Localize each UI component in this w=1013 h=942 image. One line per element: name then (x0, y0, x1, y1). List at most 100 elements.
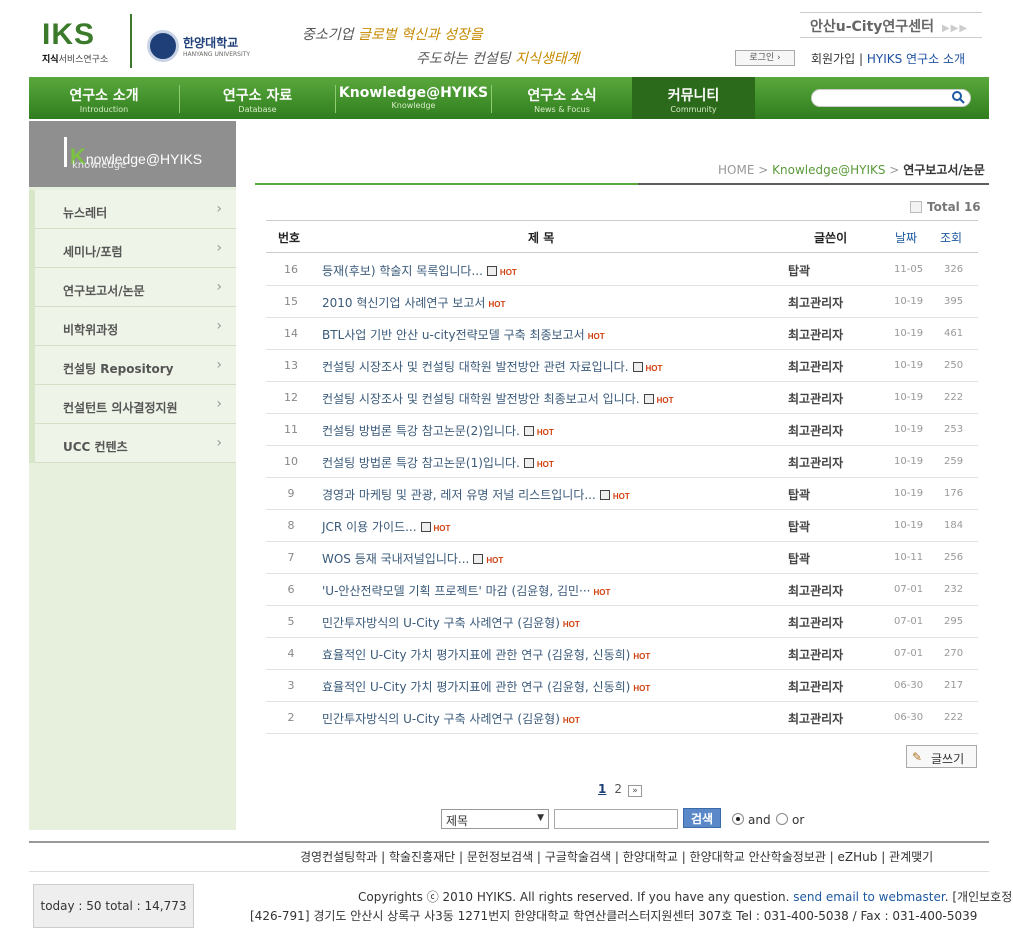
post-author: 탑곽 (788, 520, 811, 534)
university-seal-icon (147, 30, 179, 62)
sidebar-item-reports[interactable]: 연구보고서/논문 › (29, 268, 236, 307)
post-title-link[interactable]: WOS 등재 국내저널입니다... HOT (322, 550, 503, 567)
search-button[interactable]: 검색 (683, 808, 721, 828)
search-keyword-input[interactable] (554, 809, 678, 829)
post-views: 184 (944, 520, 964, 531)
post-views: 217 (944, 680, 964, 691)
nav-introduction[interactable]: 연구소 소개 Introduction (29, 77, 179, 119)
about-link[interactable]: HYIKS 연구소 소개 (867, 52, 965, 66)
logo-iks[interactable]: IKS (42, 18, 95, 52)
sidebar-item-newsletter[interactable]: 뉴스레터 › (29, 190, 236, 229)
sidebar-item-seminar[interactable]: 세미나/포럼 › (29, 229, 236, 268)
post-title-link[interactable]: JCR 이용 가이드... HOT (322, 518, 450, 535)
file-attachment-icon (523, 426, 534, 436)
nav-knowledge[interactable]: Knowledge@HYIKS Knowledge (336, 77, 491, 119)
next-page-icon[interactable]: » (628, 785, 642, 797)
post-views: 326 (944, 264, 964, 275)
post-title-link[interactable]: 2010 혁신기업 사례연구 보고서 HOT (322, 294, 505, 311)
row-number: 2 (287, 711, 295, 724)
table-row: 14 BTL사업 기반 안산 u-city전략모델 구축 최종보고서 HOT 최고관리… (266, 318, 978, 350)
row-number: 4 (287, 647, 295, 660)
table-row: 13 컨설팅 시장조사 및 컨설팅 대학원 발전방안 관련 자료입니다. HOT 최고… (266, 350, 978, 382)
footer-divider (29, 841, 989, 843)
login-button[interactable]: 로그인 › (735, 50, 795, 66)
search-icon[interactable] (951, 90, 965, 104)
row-number: 15 (284, 295, 298, 308)
join-link[interactable]: 회원가입 (811, 52, 855, 66)
file-attachment-icon (632, 362, 643, 372)
row-number: 3 (287, 679, 295, 692)
nav-news[interactable]: 연구소 소식 News & Focus (492, 77, 632, 119)
table-row: 3 효율적인 U-City 가치 평가지표에 관한 연구 (김윤형, 신동희) HO… (266, 670, 978, 702)
row-number: 11 (284, 423, 298, 436)
post-author: 최고관리자 (788, 616, 844, 630)
post-date: 06-30 (894, 712, 924, 723)
table-row: 4 효율적인 U-City 가치 평가지표에 관한 연구 (김윤형, 신동희) HO… (266, 638, 978, 670)
breadcrumb-section[interactable]: Knowledge@HYIKS (772, 163, 885, 177)
post-date: 10-19 (894, 456, 924, 467)
post-date: 10-19 (894, 488, 924, 499)
chevron-right-icon: › (216, 279, 222, 295)
site-search-input[interactable] (811, 89, 971, 107)
post-title-link[interactable]: 컨설팅 시장조사 및 컨설팅 대학원 발전방안 관련 자료입니다. HOT (322, 358, 662, 375)
col-views[interactable]: 조회 (940, 229, 962, 246)
page-1[interactable]: 1 (598, 782, 606, 796)
post-title-link[interactable]: 경영과 마케팅 및 관광, 레저 유명 저널 리스트입니다... HOT (322, 486, 630, 503)
total-count: Total 16 (927, 200, 981, 214)
post-date: 10-19 (894, 392, 924, 403)
post-author: 탑곽 (788, 552, 811, 566)
post-views: 256 (944, 552, 964, 563)
arrows-icon: ▶▶▶ (941, 23, 969, 34)
email-webmaster-link[interactable]: send email to webmaster (793, 890, 944, 904)
row-number: 6 (287, 583, 295, 596)
slogan-line2: 주도하는 컨설팅 지식생태계 (416, 51, 580, 67)
sidebar-item-decision-support[interactable]: 컨설턴트 의사결정지원 › (29, 385, 236, 424)
post-title-link[interactable]: 등재(후보) 학술지 목록입니다... HOT (322, 262, 517, 279)
nav-community[interactable]: 커뮤니티 Community (632, 77, 755, 119)
radio-and-label: and (748, 813, 771, 827)
chevron-right-icon: › (216, 318, 222, 334)
post-date: 06-30 (894, 680, 924, 691)
breadcrumb-home[interactable]: HOME (718, 163, 754, 177)
post-views: 259 (944, 456, 964, 467)
post-title-link[interactable]: 효율적인 U-City 가치 평가지표에 관한 연구 (김윤형, 신동희) HOT (322, 678, 650, 695)
chevron-right-icon: › (216, 357, 222, 373)
post-author: 최고관리자 (788, 648, 844, 662)
hot-badge-icon: HOT (486, 556, 504, 565)
hot-badge-icon: HOT (633, 652, 651, 661)
top-links: 회원가입 | HYIKS 연구소 소개 (811, 52, 966, 66)
breadcrumb: HOME > Knowledge@HYIKS > 연구보고서/논문 (718, 163, 985, 177)
sidebar-item-nondegree[interactable]: 비학위과정 › (29, 307, 236, 346)
post-title-link[interactable]: 효율적인 U-City 가치 평가지표에 관한 연구 (김윤형, 신동희) HOT (322, 646, 650, 663)
file-attachment-icon (486, 266, 497, 276)
row-number: 14 (284, 327, 298, 340)
university-name[interactable]: 한양대학교 (183, 34, 238, 51)
post-title-link[interactable]: 컨설팅 방법론 특강 참고논문(1)입니다. HOT (322, 454, 554, 471)
center-title-link[interactable]: 안산u-City연구센터 ▶▶▶ (800, 12, 982, 38)
post-author: 최고관리자 (788, 424, 844, 438)
table-row: 6 'U-안산전략모델 기획 프로젝트' 마감 (김윤형, 김민··· HOT 최고관… (266, 574, 978, 606)
col-no: 번호 (278, 231, 301, 245)
post-date: 10-19 (894, 424, 924, 435)
col-date[interactable]: 날짜 (895, 229, 917, 246)
radio-and[interactable] (732, 813, 744, 825)
post-title-link[interactable]: 컨설팅 시장조사 및 컨설팅 대학원 발전방안 최종보고서 입니다. HOT (322, 390, 673, 407)
post-title-link[interactable]: 민간투자방식의 U-City 구축 사례연구 (김윤형) HOT (322, 710, 580, 727)
post-title-link[interactable]: BTL사업 기반 안산 u-city전략모델 구축 최종보고서 HOT (322, 326, 605, 343)
footer-links[interactable]: 경영컨설팅학과 | 학술진흥재단 | 문헌정보검색 | 구글학술검색 | 한양대… (300, 848, 933, 865)
row-number: 7 (287, 551, 295, 564)
logo-subtitle: 지식서비스연구소 (42, 55, 109, 65)
nav-database[interactable]: 연구소 자료 Database (180, 77, 335, 119)
file-attachment-icon (599, 490, 610, 500)
address: [426-791] 경기도 안산시 상록구 사3동 1271번지 한양대학교 학… (250, 909, 978, 923)
hot-badge-icon: HOT (633, 684, 651, 693)
sidebar-item-ucc[interactable]: UCC 컨텐츠 › (29, 424, 236, 463)
search-field-select[interactable]: 제목 ▼ (441, 809, 549, 829)
post-title-link[interactable]: 민간투자방식의 U-City 구축 사례연구 (김윤형) HOT (322, 614, 580, 631)
post-views: 222 (944, 712, 964, 723)
post-title-link[interactable]: 'U-안산전략모델 기획 프로젝트' 마감 (김윤형, 김민··· HOT (322, 582, 610, 599)
post-title-link[interactable]: 컨설팅 방법론 특강 참고논문(2)입니다. HOT (322, 422, 554, 439)
radio-or[interactable] (776, 813, 788, 825)
sidebar-item-repository[interactable]: 컨설팅 Repository › (29, 346, 236, 385)
page-2[interactable]: 2 (614, 782, 622, 796)
